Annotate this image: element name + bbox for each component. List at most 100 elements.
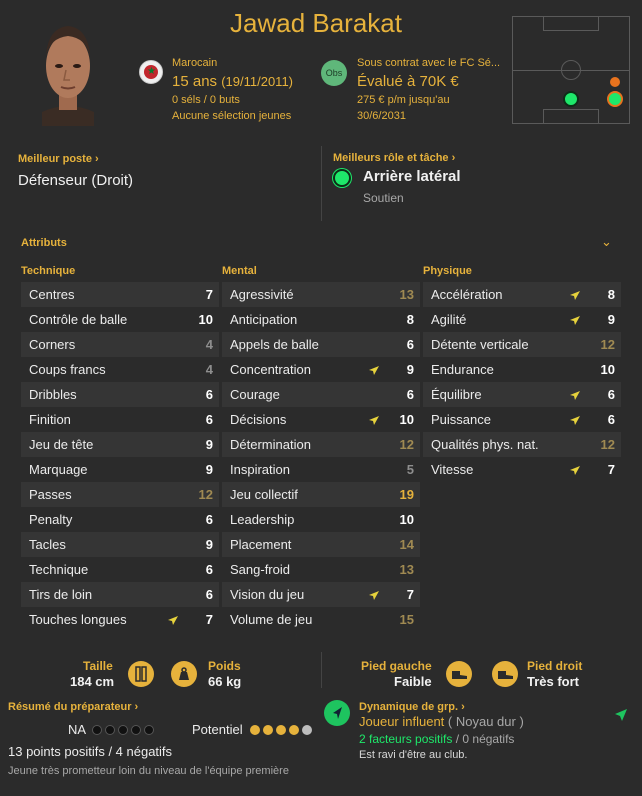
attribute-label: Sang-froid xyxy=(230,562,290,577)
best-position-link[interactable]: Meilleur poste › xyxy=(18,153,99,165)
attribute-label: Placement xyxy=(230,537,292,552)
attributes-title[interactable]: Attributs xyxy=(21,237,67,249)
player-nationality[interactable]: Marocain xyxy=(172,57,217,69)
rating-star-icon xyxy=(263,725,273,735)
physical-header: Physique xyxy=(423,265,472,277)
attribute-label: Décisions xyxy=(230,412,287,427)
attribute-row[interactable]: Passes 12 xyxy=(21,482,219,507)
attribute-row[interactable]: Accélération 8 xyxy=(423,282,621,307)
attribute-row[interactable]: Agressivité 13 xyxy=(222,282,420,307)
attribute-row[interactable]: Jeu de tête 9 xyxy=(21,432,219,457)
attribute-value: 4 xyxy=(205,337,213,352)
attribute-row[interactable]: Tirs de loin 6 xyxy=(21,582,219,607)
attribute-row[interactable]: Endurance 10 xyxy=(423,357,621,382)
attribute-row[interactable]: Qualités phys. nat. 12 xyxy=(423,432,621,457)
position-dot-cb xyxy=(563,91,579,107)
rating-star-icon xyxy=(289,725,299,735)
attribute-row[interactable]: Marquage 9 xyxy=(21,457,219,482)
attribute-row[interactable]: Sang-froid 13 xyxy=(222,557,420,582)
scout-badge[interactable]: Obs xyxy=(321,60,347,86)
technical-attributes: Centres 7 Contrôle de balle 10 Corners 4 Coups… xyxy=(21,282,219,632)
attribute-label: Vitesse xyxy=(431,462,474,477)
attribute-row[interactable]: Touches longues 7 xyxy=(21,607,219,632)
attribute-label: Volume de jeu xyxy=(230,612,313,627)
attribute-row[interactable]: Détermination 12 xyxy=(222,432,420,457)
attribute-row[interactable]: Coups francs 4 xyxy=(21,357,219,382)
player-youth-caps: Aucune sélection jeunes xyxy=(172,110,292,122)
navigation-arrow-icon[interactable] xyxy=(614,708,628,722)
best-position-value: Défenseur (Droit) xyxy=(18,172,134,189)
attribute-label: Touches longues xyxy=(29,612,127,627)
attribute-row[interactable]: Jeu collectif 19 xyxy=(222,482,420,507)
attribute-row[interactable]: Corners 4 xyxy=(21,332,219,357)
attribute-row[interactable]: Décisions 10 xyxy=(222,407,420,432)
attribute-row[interactable]: Équilibre 6 xyxy=(423,382,621,407)
height-value: 184 cm xyxy=(70,674,115,689)
attribute-value: 10 xyxy=(600,362,615,377)
position-dot-rb-top xyxy=(610,77,620,87)
best-role-value: Arrière latéral xyxy=(363,168,461,185)
coach-report-link[interactable]: Résumé du préparateur › xyxy=(8,701,138,713)
dynamics-icon xyxy=(324,700,350,726)
player-face-image xyxy=(36,16,100,126)
attribute-row[interactable]: Penalty 6 xyxy=(21,507,219,532)
attribute-label: Jeu collectif xyxy=(230,487,298,502)
attribute-value: 9 xyxy=(205,462,213,477)
weight-icon xyxy=(171,661,197,687)
attribute-label: Centres xyxy=(29,287,75,302)
contract-club[interactable]: Sous contrat avec le FC Sé... xyxy=(357,57,500,69)
attribute-value: 6 xyxy=(406,387,414,402)
attribute-label: Accélération xyxy=(431,287,503,302)
rating-star-icon xyxy=(250,725,260,735)
attribute-value: 6 xyxy=(205,387,213,402)
attribute-row[interactable]: Centres 7 xyxy=(21,282,219,307)
attribute-row[interactable]: Finition 6 xyxy=(21,407,219,432)
attribute-row[interactable]: Placement 14 xyxy=(222,532,420,557)
best-role-link[interactable]: Meilleurs rôle et tâche › xyxy=(333,152,455,164)
attribute-row[interactable]: Vitesse 7 xyxy=(423,457,621,482)
attribute-value: 12 xyxy=(600,337,615,352)
attribute-value: 14 xyxy=(399,537,414,552)
group-dynamics-link[interactable]: Dynamique de grp. › xyxy=(359,701,465,713)
attribute-row[interactable]: Volume de jeu 15 xyxy=(222,607,420,632)
attribute-row[interactable]: Puissance 6 xyxy=(423,407,621,432)
player-wage: 275 € p/m jusqu'au xyxy=(357,94,450,106)
attribute-row[interactable]: Technique 6 xyxy=(21,557,219,582)
attribute-row[interactable]: Inspiration 5 xyxy=(222,457,420,482)
attribute-row[interactable]: Concentration 9 xyxy=(222,357,420,382)
report-note: Jeune très prometteur loin du niveau de … xyxy=(8,765,289,777)
player-age: 15 ans (19/11/2011) xyxy=(172,73,294,90)
improvement-arrow-icon xyxy=(369,591,379,600)
attribute-value: 9 xyxy=(406,362,414,377)
attribute-row[interactable]: Contrôle de balle 10 xyxy=(21,307,219,332)
attribute-row[interactable]: Courage 6 xyxy=(222,382,420,407)
attribute-value: 9 xyxy=(607,312,615,327)
attribute-value: 19 xyxy=(399,487,414,502)
weight-label: Poids xyxy=(208,659,241,673)
player-caps: 0 séls / 0 buts xyxy=(172,94,240,106)
attribute-value: 6 xyxy=(205,587,213,602)
attribute-row[interactable]: Vision du jeu 7 xyxy=(222,582,420,607)
improvement-arrow-icon xyxy=(570,416,580,425)
rating-star-icon xyxy=(131,725,141,735)
attribute-row[interactable]: Dribbles 6 xyxy=(21,382,219,407)
physical-attributes: Accélération 8 Agilité 9 Détente verticale 12… xyxy=(423,282,621,482)
attribute-label: Puissance xyxy=(431,412,491,427)
attribute-value: 12 xyxy=(600,437,615,452)
attribute-label: Équilibre xyxy=(431,387,482,402)
improvement-arrow-icon xyxy=(369,366,379,375)
attribute-row[interactable]: Anticipation 8 xyxy=(222,307,420,332)
attribute-row[interactable]: Détente verticale 12 xyxy=(423,332,621,357)
position-pitch-map[interactable] xyxy=(512,16,630,124)
attribute-value: 10 xyxy=(198,312,213,327)
rating-star-icon xyxy=(105,725,115,735)
attribute-row[interactable]: Agilité 9 xyxy=(423,307,621,332)
divider xyxy=(321,652,322,688)
current-ability-label: NA xyxy=(68,722,87,737)
attribute-value: 8 xyxy=(607,287,615,302)
attribute-row[interactable]: Tacles 9 xyxy=(21,532,219,557)
player-value: Évalué à 70K € xyxy=(357,73,459,90)
attribute-row[interactable]: Appels de balle 6 xyxy=(222,332,420,357)
attribute-row[interactable]: Leadership 10 xyxy=(222,507,420,532)
chevron-down-icon[interactable]: ⌄ xyxy=(601,234,612,250)
